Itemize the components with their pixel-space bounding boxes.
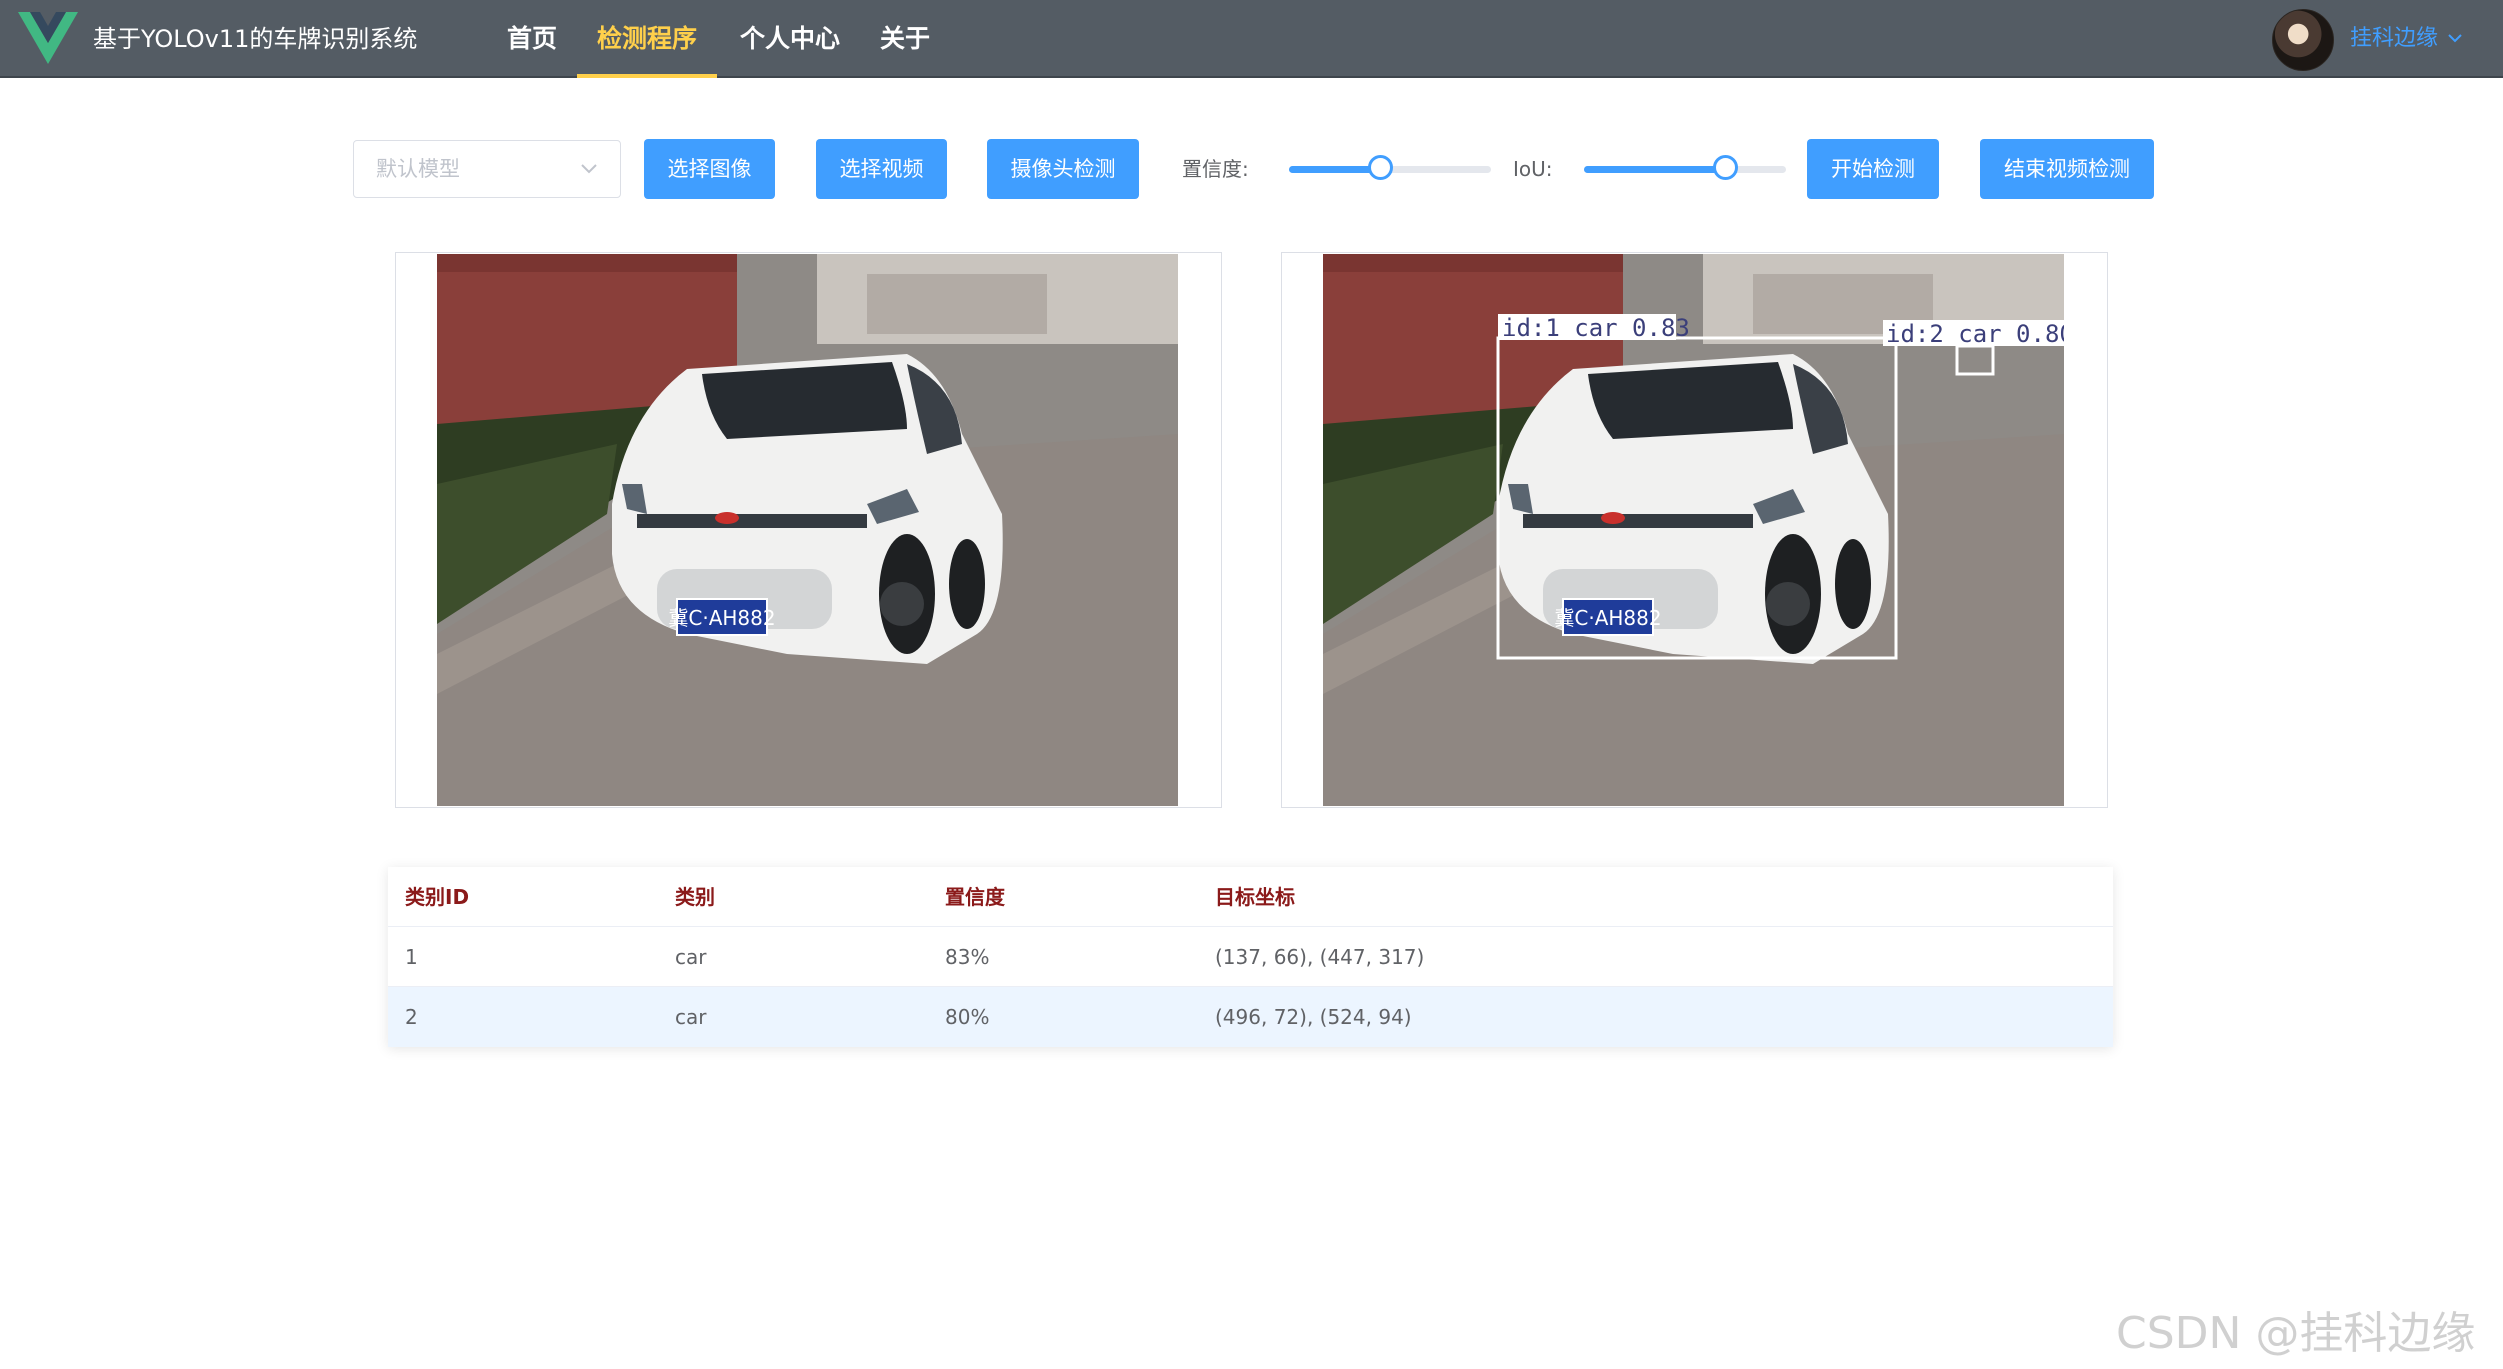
chevron-down-icon[interactable] bbox=[2447, 32, 2463, 44]
header-confidence: 置信度 bbox=[945, 885, 1005, 909]
original-image-panel: 冀C·AH882 bbox=[395, 252, 1222, 808]
user-name[interactable]: 挂科边缘 bbox=[2350, 0, 2438, 78]
iou-slider-fill bbox=[1584, 166, 1726, 173]
camera-detect-button[interactable]: 摄像头检测 bbox=[987, 139, 1139, 199]
header-coordinates: 目标坐标 bbox=[1215, 885, 1295, 909]
top-navbar: 基于YOLOv11的车牌识别系统 首页 检测程序 个人中心 关于 挂科边缘 bbox=[0, 0, 2503, 78]
plate-text: 冀C·AH882 bbox=[668, 606, 775, 630]
cell-class-id: 2 bbox=[405, 1005, 418, 1029]
nav-detection[interactable]: 检测程序 bbox=[592, 0, 702, 78]
cell-class-id: 1 bbox=[405, 945, 418, 969]
start-detect-button[interactable]: 开始检测 bbox=[1807, 139, 1939, 199]
nav-home[interactable]: 首页 bbox=[502, 0, 562, 78]
iou-slider-handle[interactable] bbox=[1713, 155, 1739, 180]
confidence-slider[interactable] bbox=[1289, 155, 1491, 180]
nav-about[interactable]: 关于 bbox=[878, 0, 932, 78]
table-row[interactable]: 1 car 83% (137, 66), (447, 317) bbox=[388, 927, 2113, 987]
model-select-placeholder: 默认模型 bbox=[376, 157, 460, 181]
stop-video-detect-button[interactable]: 结束视频检测 bbox=[1980, 139, 2154, 199]
model-select[interactable]: 默认模型 bbox=[353, 140, 621, 198]
detection-label-2: id:2 car 0.80 bbox=[1886, 320, 2064, 348]
detection-results-table: 类别ID 类别 置信度 目标坐标 1 car 83% (137, 66), (4… bbox=[388, 867, 2113, 1047]
csdn-watermark: CSDN @挂科边缘 bbox=[2116, 1308, 2476, 1359]
table-header-row: 类别ID 类别 置信度 目标坐标 bbox=[388, 867, 2113, 927]
select-image-button[interactable]: 选择图像 bbox=[644, 139, 775, 199]
select-video-button[interactable]: 选择视频 bbox=[816, 139, 947, 199]
cell-coordinates: (496, 72), (524, 94) bbox=[1215, 1005, 1412, 1029]
chevron-down-icon bbox=[581, 164, 597, 174]
table-row[interactable]: 2 car 80% (496, 72), (524, 94) bbox=[388, 987, 2113, 1047]
plate-text: 冀C·AH882 bbox=[1554, 606, 1661, 630]
detection-label-1: id:1 car 0.83 bbox=[1502, 314, 1690, 342]
iou-slider[interactable] bbox=[1584, 155, 1786, 180]
confidence-slider-handle[interactable] bbox=[1367, 155, 1393, 180]
cell-confidence: 83% bbox=[945, 945, 990, 969]
cell-class: car bbox=[675, 1005, 707, 1029]
original-image: 冀C·AH882 bbox=[437, 254, 1178, 806]
cell-class: car bbox=[675, 945, 707, 969]
result-image: 冀C·AH882 id:1 car 0.83 id:2 car 0.80 bbox=[1323, 254, 2064, 806]
confidence-slider-fill bbox=[1289, 166, 1380, 173]
confidence-label: 置信度: bbox=[1182, 157, 1249, 181]
result-image-panel: 冀C·AH882 id:1 car 0.83 id:2 car 0.80 bbox=[1281, 252, 2108, 808]
vue-logo-icon bbox=[18, 12, 78, 64]
cell-coordinates: (137, 66), (447, 317) bbox=[1215, 945, 1425, 969]
app-title: 基于YOLOv11的车牌识别系统 bbox=[93, 25, 418, 53]
cell-confidence: 80% bbox=[945, 1005, 990, 1029]
header-class-id: 类别ID bbox=[405, 885, 470, 909]
avatar[interactable] bbox=[2272, 9, 2334, 71]
nav-active-indicator bbox=[577, 74, 717, 78]
iou-label: IoU: bbox=[1513, 157, 1553, 181]
header-class: 类别 bbox=[675, 885, 715, 909]
nav-profile[interactable]: 个人中心 bbox=[740, 0, 840, 78]
